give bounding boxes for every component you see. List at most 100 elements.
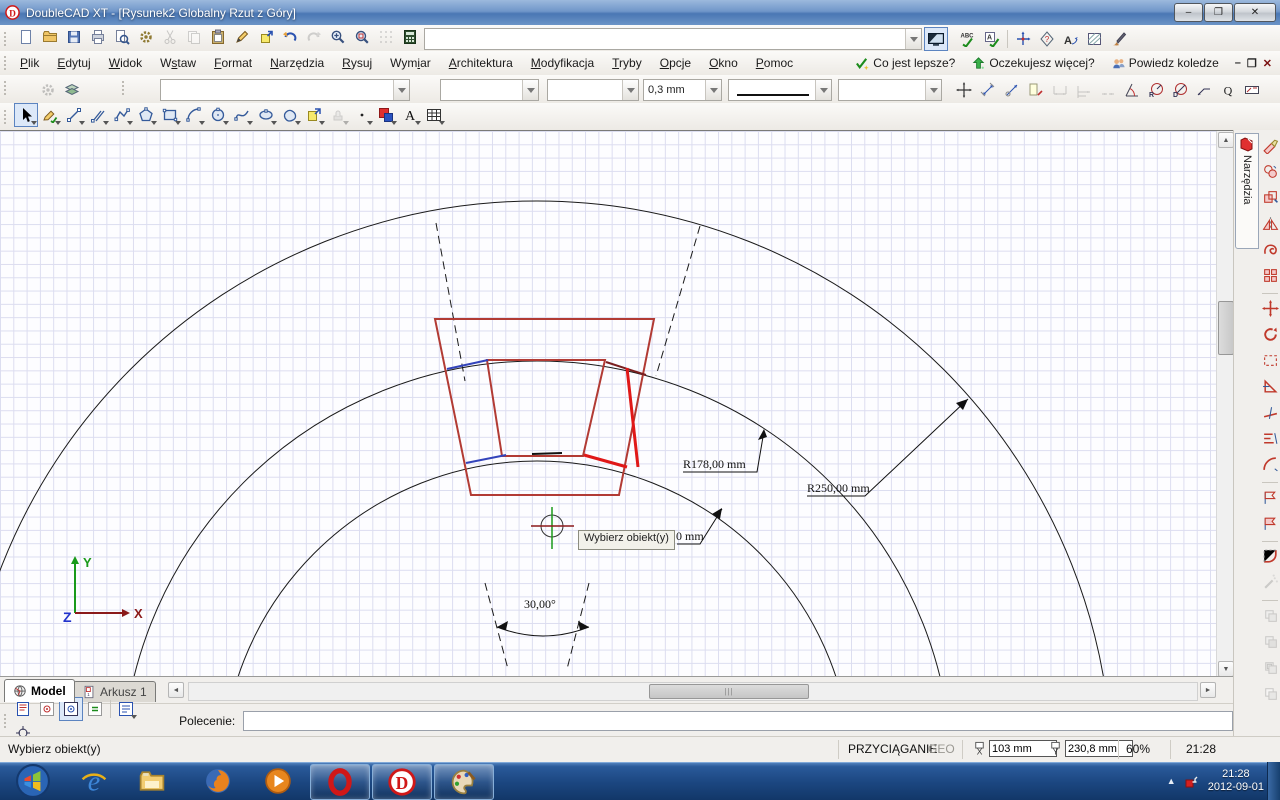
menu-wymiar[interactable]: Wymiar [381,53,440,73]
fill-color-button[interactable] [374,103,398,127]
tray-clock[interactable]: 21:28 2012-09-01 [1208,768,1264,794]
combo-arrow-icon[interactable] [393,80,409,100]
menu-wstaw[interactable]: Wstaw [151,53,205,73]
drawing-canvas[interactable]: R178,00 mmR250,00 mm0 mm30,00°YXZ Wybier… [0,131,1216,677]
sheet-tab-model[interactable]: Model [4,679,75,702]
markup-1-button[interactable] [1262,489,1279,509]
menu-link-check-sparkle[interactable]: Co jest lepsze? [849,55,961,72]
spline-button[interactable] [230,103,254,127]
clip-button[interactable] [1262,378,1279,398]
linestyle-combobox[interactable] [547,79,639,101]
lineweight-combobox[interactable]: 0,3 mm [643,79,722,101]
settings-gear-button[interactable] [36,78,60,102]
tab-scroll-left-button[interactable]: ◄ [168,682,184,698]
record-green-button[interactable] [83,697,107,721]
combo-arrow-icon[interactable] [815,80,831,100]
select-rect-button[interactable] [1262,352,1279,372]
layer-combobox[interactable] [160,79,410,101]
toolbar-grip[interactable] [3,80,8,96]
edit-lines-button[interactable] [1262,430,1279,450]
brush-button[interactable] [1107,27,1131,51]
table-button[interactable] [422,103,446,127]
highlighted-edge-red[interactable] [627,368,638,467]
contour-button[interactable] [1262,241,1279,261]
style-combobox[interactable] [838,79,942,101]
paste-option-3-button[interactable] [1262,659,1279,679]
menu-opcje[interactable]: Opcje [651,53,700,73]
ellipse-button[interactable] [254,103,278,127]
construction-line[interactable] [656,226,700,376]
ortho-check-button[interactable]: ? [1035,27,1059,51]
menubar-grip[interactable] [3,55,8,71]
rotate-button[interactable] [1262,326,1279,346]
arc-r575[interactable] [0,201,1112,677]
select-arrow-button[interactable] [14,103,38,127]
array-button[interactable] [1262,267,1279,287]
insert-block-button[interactable] [302,103,326,127]
dim-leader-button[interactable] [1192,78,1216,102]
taskbar-media-player[interactable] [256,764,300,798]
redo-button[interactable] [302,25,326,49]
vertical-scroll-thumb[interactable] [1218,301,1234,355]
pattern-combobox[interactable] [728,79,832,101]
taskbar-paint[interactable] [434,764,494,800]
move-xyz-button[interactable] [1011,27,1035,51]
dim-label-r178[interactable]: R178,00 mm [683,457,746,471]
spell-check-button[interactable]: ABC [956,27,980,51]
open-folder-button[interactable] [38,25,62,49]
edge-black[interactable] [532,453,562,454]
toolbar-grip[interactable] [3,31,8,47]
calculator-button[interactable] [398,25,422,49]
arc-r415[interactable] [122,361,952,677]
dim-label-inner-fragment[interactable]: 0 mm [676,529,704,543]
horizontal-scroll-thumb[interactable]: ||| [649,684,809,699]
menu-architektura[interactable]: Architektura [440,53,522,73]
mirror-button[interactable] [1262,215,1279,235]
cut-button[interactable] [158,25,182,49]
taskbar-firefox[interactable] [196,764,240,798]
render-mode-button[interactable] [924,27,948,51]
combo-arrow-icon[interactable] [925,80,941,100]
child-close-button[interactable]: ✕ [1263,57,1272,70]
menu-modyfikacja[interactable]: Modyfikacja [522,53,603,73]
command-input[interactable] [243,711,1233,731]
child-minimize-button[interactable]: – [1235,57,1241,70]
print-button[interactable] [86,25,110,49]
menu-narzdzia[interactable]: Narzędzia [261,53,333,73]
taskbar-doublecad[interactable]: D [372,764,432,800]
circle-button[interactable] [206,103,230,127]
minimize-button[interactable]: – [1174,3,1203,22]
toolbar-grip[interactable] [121,80,126,96]
zoom-level[interactable]: 60% [1126,742,1150,756]
angle-snap-button[interactable]: A [1059,27,1083,51]
combo-arrow-icon[interactable] [905,29,921,49]
doublecad-app-icon[interactable]: D [5,5,20,20]
horizontal-scrollbar[interactable]: ||| [188,682,1198,701]
combo-arrow-icon[interactable] [705,80,721,100]
dim-tolerance-button[interactable] [1240,78,1264,102]
menu-okno[interactable]: Okno [700,53,747,73]
dim-label-angle[interactable]: 30,00° [524,597,556,611]
list-menu-button[interactable] [114,697,138,721]
double-line-button[interactable] [86,103,110,127]
paste-special-button[interactable] [254,25,278,49]
undo-button[interactable] [278,25,302,49]
autocorrect-button[interactable]: A [980,27,1004,51]
pencil-button[interactable] [230,25,254,49]
paste-button[interactable] [206,25,230,49]
hatch-button[interactable] [1083,27,1107,51]
menu-link-people[interactable]: Powiedz koledze [1105,55,1225,72]
zoom-window-button[interactable] [350,25,374,49]
dim-edit-button[interactable] [1024,78,1048,102]
restore-button[interactable]: ❐ [1204,3,1233,22]
print-preview-button[interactable] [110,25,134,49]
arc-r315[interactable] [222,461,852,677]
y-coordinate-field[interactable] [1065,740,1133,757]
dim-continue-button[interactable] [1096,78,1120,102]
scroll-down-button[interactable]: ▼ [1218,661,1234,677]
dim-diagonal-2-button[interactable] [1000,78,1024,102]
settings-gear-button[interactable] [134,25,158,49]
tools-panel-tab[interactable]: Narzędzia [1235,133,1259,249]
combo-arrow-icon[interactable] [522,80,538,100]
stamp-button[interactable] [326,103,350,127]
